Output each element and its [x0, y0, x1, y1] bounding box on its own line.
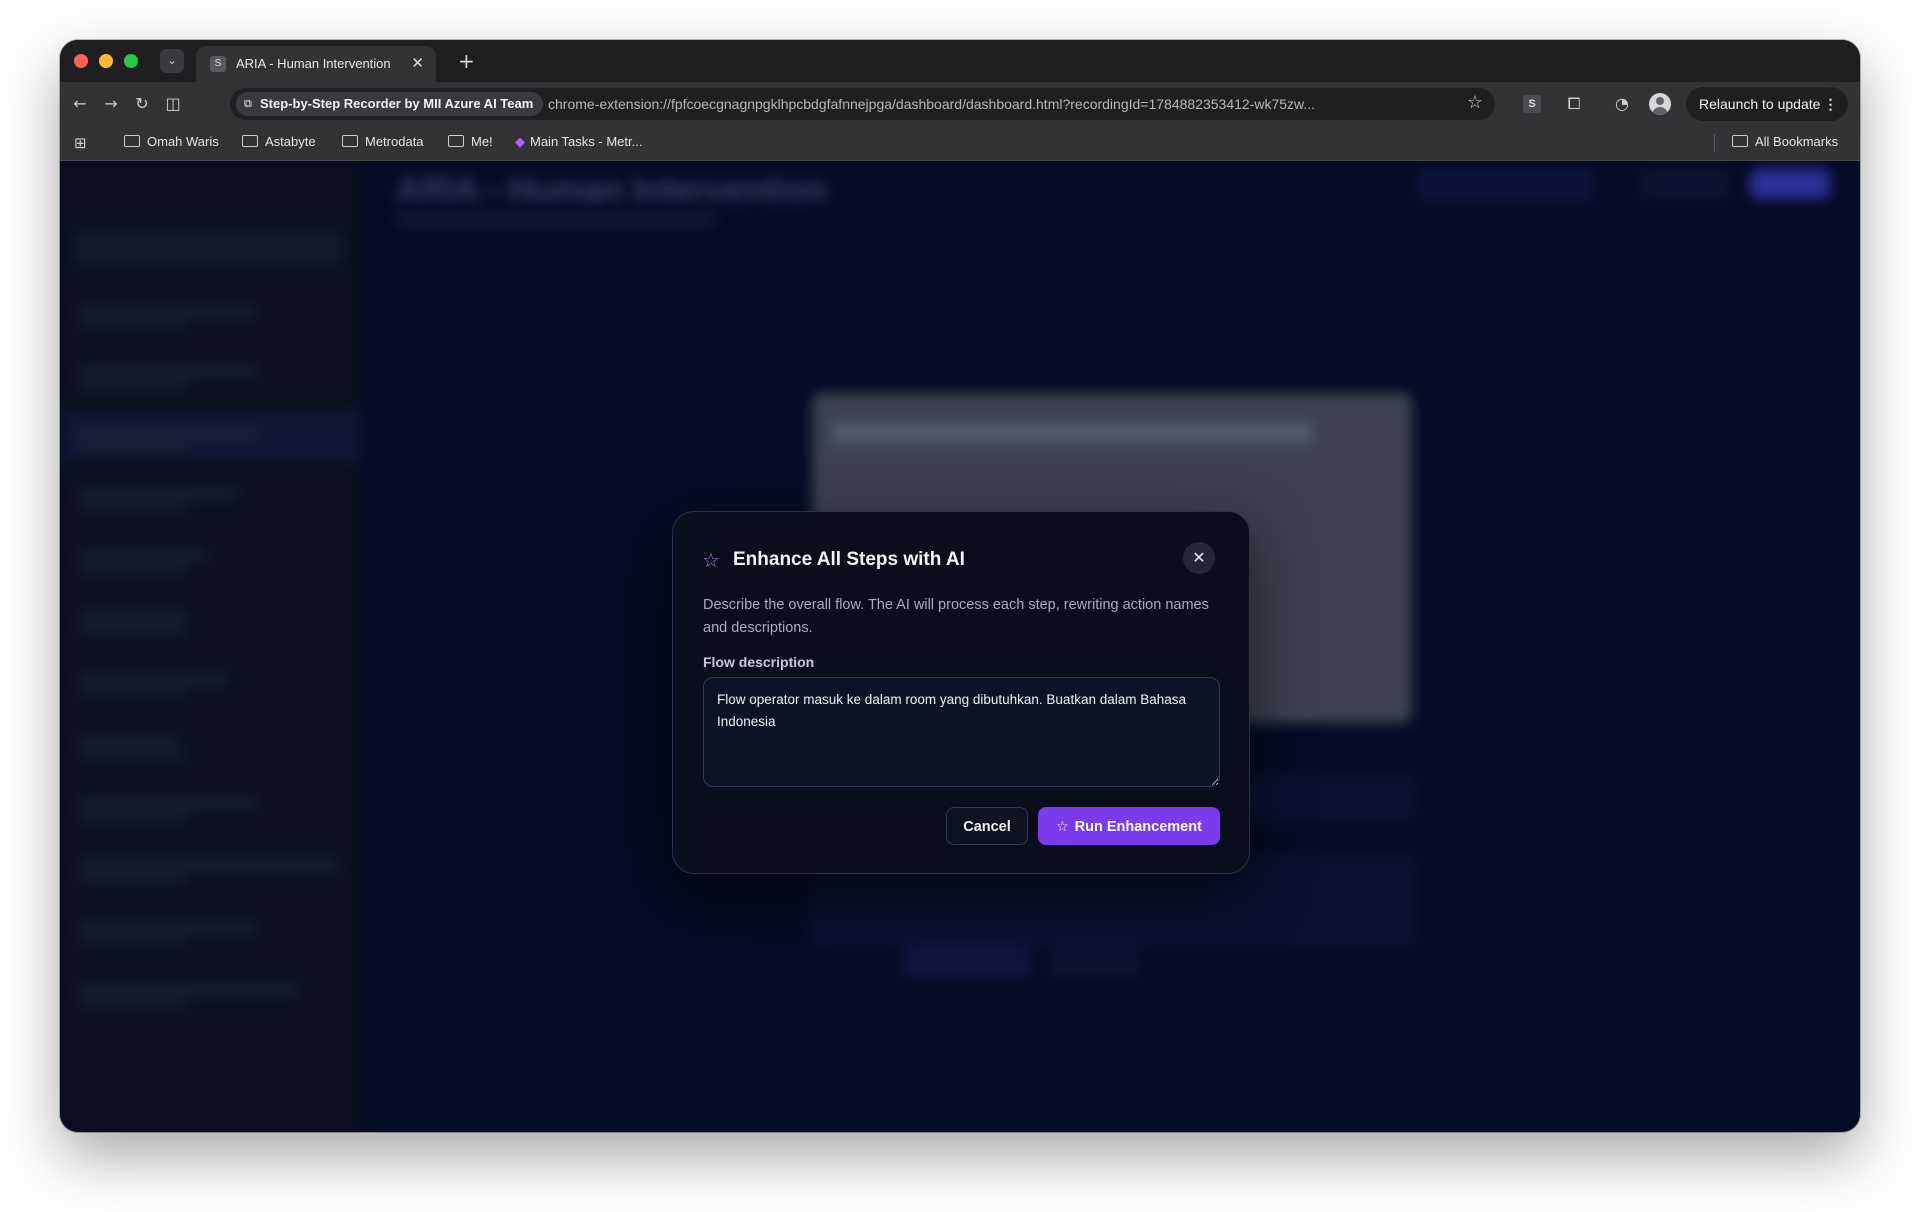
sidebar	[60, 161, 360, 1132]
side-panel-button[interactable]: ◫	[161, 92, 185, 116]
bookmarks-divider	[1714, 134, 1715, 152]
flow-description-label: Flow description	[703, 654, 815, 670]
sidebar-search	[74, 231, 342, 265]
forward-button[interactable]: →	[99, 92, 123, 116]
reload-button[interactable]: ↻	[130, 92, 154, 116]
plus-icon: +	[458, 49, 475, 73]
kebab-menu-icon: ⋮	[1823, 96, 1838, 112]
close-icon: ✕	[1192, 548, 1206, 567]
back-button[interactable]: ←	[68, 92, 92, 116]
tab-strip: ⌄ S ARIA - Human Intervention ✕ +	[60, 40, 1860, 82]
dialog-description: Describe the overall flow. The AI will p…	[703, 597, 1209, 636]
address-bar[interactable]: ⧉ Step-by-Step Recorder by MII Azure AI …	[230, 88, 1495, 120]
bookmark-label: Metrodata	[365, 134, 424, 149]
page-content: ARIA - Human Intervention ☆ Enhance All …	[60, 161, 1860, 1132]
dialog-title: Enhance All Steps with AI	[733, 549, 965, 570]
star-icon[interactable]: ☆	[1467, 92, 1483, 113]
sidebar-item	[78, 483, 348, 527]
sidebar-item	[78, 545, 348, 589]
sidebar-item	[78, 423, 348, 467]
bookmark-label: Me!	[471, 134, 493, 149]
sidebar-item	[78, 855, 348, 899]
arrow-right-icon: →	[104, 94, 118, 113]
maximize-window-button[interactable]	[124, 54, 138, 68]
background-button	[902, 947, 1032, 977]
background-button	[1420, 169, 1592, 201]
run-enhancement-button[interactable]: ☆ Run Enhancement	[1038, 807, 1220, 845]
background-page-subtitle	[396, 216, 716, 224]
bookmark-omah-waris[interactable]: Omah Waris	[124, 134, 219, 149]
background-page-title: ARIA - Human Intervention	[396, 171, 828, 209]
grid-icon[interactable]: ⊞	[74, 134, 87, 152]
profile-avatar[interactable]	[1649, 93, 1671, 115]
tab-aria[interactable]: S ARIA - Human Intervention ✕	[196, 46, 436, 82]
folder-icon	[342, 135, 358, 147]
minimize-window-button[interactable]	[99, 54, 113, 68]
close-dialog-button[interactable]: ✕	[1183, 542, 1215, 574]
close-window-button[interactable]	[74, 54, 88, 68]
gem-icon: ◆	[515, 135, 525, 150]
background-button	[1750, 169, 1830, 199]
sidebar-item	[78, 669, 348, 713]
folder-icon	[124, 135, 140, 147]
cancel-button[interactable]: Cancel	[946, 807, 1028, 845]
tab-favicon: S	[210, 56, 226, 72]
bookmark-astabyte[interactable]: Astabyte	[242, 134, 316, 149]
extensions-button[interactable]: ⧠	[1562, 92, 1586, 116]
arrow-left-icon: ←	[73, 94, 87, 113]
chevron-down-icon: ⌄	[167, 54, 177, 67]
flow-description-input[interactable]	[703, 677, 1220, 787]
performance-button[interactable]: ◔	[1610, 92, 1634, 116]
site-info-chip[interactable]: ⧉ Step-by-Step Recorder by MII Azure AI …	[236, 92, 544, 116]
tab-close-icon[interactable]: ✕	[411, 54, 424, 72]
bookmark-label: Main Tasks - Metr...	[530, 134, 643, 149]
bookmark-main-tasks[interactable]: ◆ Main Tasks - Metr...	[515, 134, 642, 150]
tab-title: ARIA - Human Intervention	[236, 56, 391, 71]
extension-s-button[interactable]: S	[1523, 95, 1541, 113]
enhance-dialog: ☆ Enhance All Steps with AI ✕ Describe t…	[672, 511, 1250, 874]
sidebar-item	[78, 731, 348, 775]
all-bookmarks[interactable]: All Bookmarks	[1732, 134, 1838, 149]
side-panel-icon: ◫	[165, 94, 181, 113]
bookmarks-bar: ⊞ Omah Waris Astabyte Metrodata Me! ◆ Mai…	[60, 126, 1860, 161]
folder-icon	[448, 135, 464, 147]
new-tab-button[interactable]: +	[458, 49, 475, 73]
puzzle-icon: ⧠	[1567, 94, 1581, 113]
extension-icon: ⧉	[244, 97, 252, 110]
background-button	[1640, 169, 1730, 199]
sidebar-item	[78, 301, 348, 345]
sparkle-star-icon: ☆	[702, 548, 720, 572]
background-button	[1050, 947, 1140, 977]
reload-icon: ↻	[135, 94, 149, 113]
sidebar-item	[78, 793, 348, 837]
relaunch-button[interactable]: Relaunch to update ⋮	[1686, 87, 1849, 121]
bookmark-metrodata[interactable]: Metrodata	[342, 134, 424, 149]
bookmark-me[interactable]: Me!	[448, 134, 493, 149]
browser-window: ⌄ S ARIA - Human Intervention ✕ + ← → ↻ …	[60, 40, 1860, 1132]
folder-icon	[242, 135, 258, 147]
sidebar-item	[78, 607, 348, 651]
relaunch-label: Relaunch to update	[1699, 96, 1821, 112]
browser-toolbar: ← → ↻ ◫ ⧉ Step-by-Step Recorder by MII A…	[60, 82, 1860, 126]
sidebar-item	[78, 979, 348, 1023]
gauge-icon: ◔	[1615, 94, 1629, 113]
folder-icon	[1732, 135, 1748, 147]
run-enhancement-label: Run Enhancement	[1074, 819, 1202, 835]
bookmark-label: Omah Waris	[147, 134, 219, 149]
bookmark-label: All Bookmarks	[1755, 134, 1839, 149]
sidebar-item	[78, 361, 348, 405]
tab-search-button[interactable]: ⌄	[160, 49, 184, 73]
sidebar-item	[78, 917, 348, 961]
bookmark-label: Astabyte	[265, 134, 316, 149]
url-text: chrome-extension://fpfcoecgnagnpgklhpcbd…	[548, 96, 1316, 112]
sparkle-star-icon: ☆	[1056, 819, 1069, 835]
site-chip-label: Step-by-Step Recorder by MII Azure AI Te…	[260, 96, 534, 111]
